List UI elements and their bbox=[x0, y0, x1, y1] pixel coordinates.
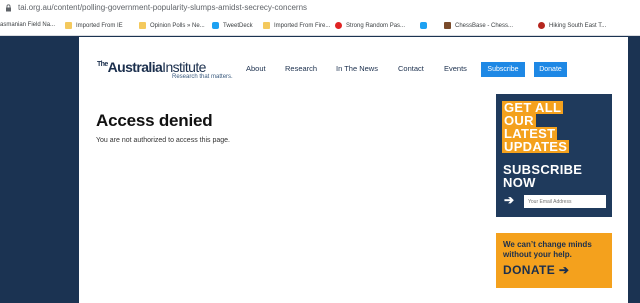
folder-icon bbox=[263, 22, 270, 29]
nav-events[interactable]: Events bbox=[444, 64, 467, 73]
bookmark-label: Hiking South East T... bbox=[549, 22, 607, 29]
arrow-right-icon: ➔ bbox=[558, 263, 570, 277]
logo-australia: Australia bbox=[107, 59, 163, 75]
bookmark-label: Imported From Fire... bbox=[274, 22, 331, 29]
bookmark-strong-random-password[interactable]: Strong Random Pas... bbox=[335, 22, 405, 29]
url-text: tai.org.au/content/polling-government-po… bbox=[18, 3, 308, 12]
twitter-icon bbox=[420, 22, 427, 29]
bookmark-hiking[interactable]: Hiking South East T... bbox=[538, 22, 606, 29]
bookmark-label: Imported From IE bbox=[76, 22, 123, 29]
subscribe-headline-line: UPDATES bbox=[502, 139, 570, 154]
bookmark-opinion-polls[interactable]: Opinion Polls » Ne... bbox=[139, 22, 205, 29]
hiking-icon bbox=[538, 22, 545, 29]
page-content: TheAustraliaInstitute Research that matt… bbox=[79, 37, 628, 303]
twitter-icon bbox=[212, 22, 219, 29]
bookmark-label: TweetDeck bbox=[223, 22, 253, 29]
bookmark-imported-ie[interactable]: Imported From IE bbox=[65, 22, 123, 29]
donate-button[interactable]: Donate bbox=[534, 62, 567, 77]
chessbase-icon bbox=[444, 22, 451, 29]
bookmark-tweetdeck[interactable]: TweetDeck bbox=[212, 22, 253, 29]
bookmark-label: Opinion Polls » Ne... bbox=[150, 22, 205, 29]
subscribe-widget: GET ALL OUR LATEST UPDATES SUBSCRIBE NOW… bbox=[496, 94, 612, 217]
nav-research[interactable]: Research bbox=[285, 64, 317, 73]
bookmarks-bar: asmanian Field Na... Imported From IE Op… bbox=[0, 15, 640, 36]
arrow-right-icon[interactable]: ➔ bbox=[504, 193, 514, 207]
bookmark-chessbase[interactable]: ChessBase - Chess... bbox=[444, 22, 513, 29]
subscribe-button[interactable]: Subscribe bbox=[481, 62, 525, 77]
logo-tagline: Research that matters. bbox=[172, 74, 233, 80]
logo-the: The bbox=[97, 61, 108, 68]
bookmark-label: ChessBase - Chess... bbox=[455, 22, 514, 29]
donate-message: We can’t change minds without your help. bbox=[503, 240, 592, 259]
logo-wordmark: TheAustraliaInstitute bbox=[97, 59, 233, 75]
nav-contact[interactable]: Contact bbox=[398, 64, 424, 73]
bookmark-twitter[interactable] bbox=[420, 22, 431, 29]
bookmark-label: Strong Random Pas... bbox=[346, 22, 406, 29]
folder-icon bbox=[139, 22, 146, 29]
bookmark-label: asmanian Field Na... bbox=[0, 22, 56, 28]
donate-cta-label: DONATE bbox=[503, 263, 556, 277]
site-logo[interactable]: TheAustraliaInstitute Research that matt… bbox=[97, 59, 233, 80]
bookmark-tasmanian-field[interactable]: asmanian Field Na... bbox=[0, 22, 55, 28]
subscribe-now-line2: NOW bbox=[503, 175, 536, 190]
logo-institute: Institute bbox=[162, 59, 206, 75]
access-denied-message: You are not authorized to access this pa… bbox=[96, 137, 230, 144]
nav-in-the-news[interactable]: In The News bbox=[336, 64, 378, 73]
folder-icon bbox=[65, 22, 72, 29]
bookmark-imported-firefox[interactable]: Imported From Fire... bbox=[263, 22, 330, 29]
lock-icon bbox=[4, 3, 12, 12]
donate-cta[interactable]: DONATE ➔ bbox=[503, 263, 569, 277]
email-field[interactable] bbox=[524, 195, 606, 208]
address-bar[interactable]: tai.org.au/content/polling-government-po… bbox=[0, 0, 640, 15]
nav-about[interactable]: About bbox=[246, 64, 266, 73]
password-icon bbox=[335, 22, 342, 29]
donate-widget[interactable]: We can’t change minds without your help.… bbox=[496, 233, 612, 288]
page-title: Access denied bbox=[96, 111, 213, 130]
